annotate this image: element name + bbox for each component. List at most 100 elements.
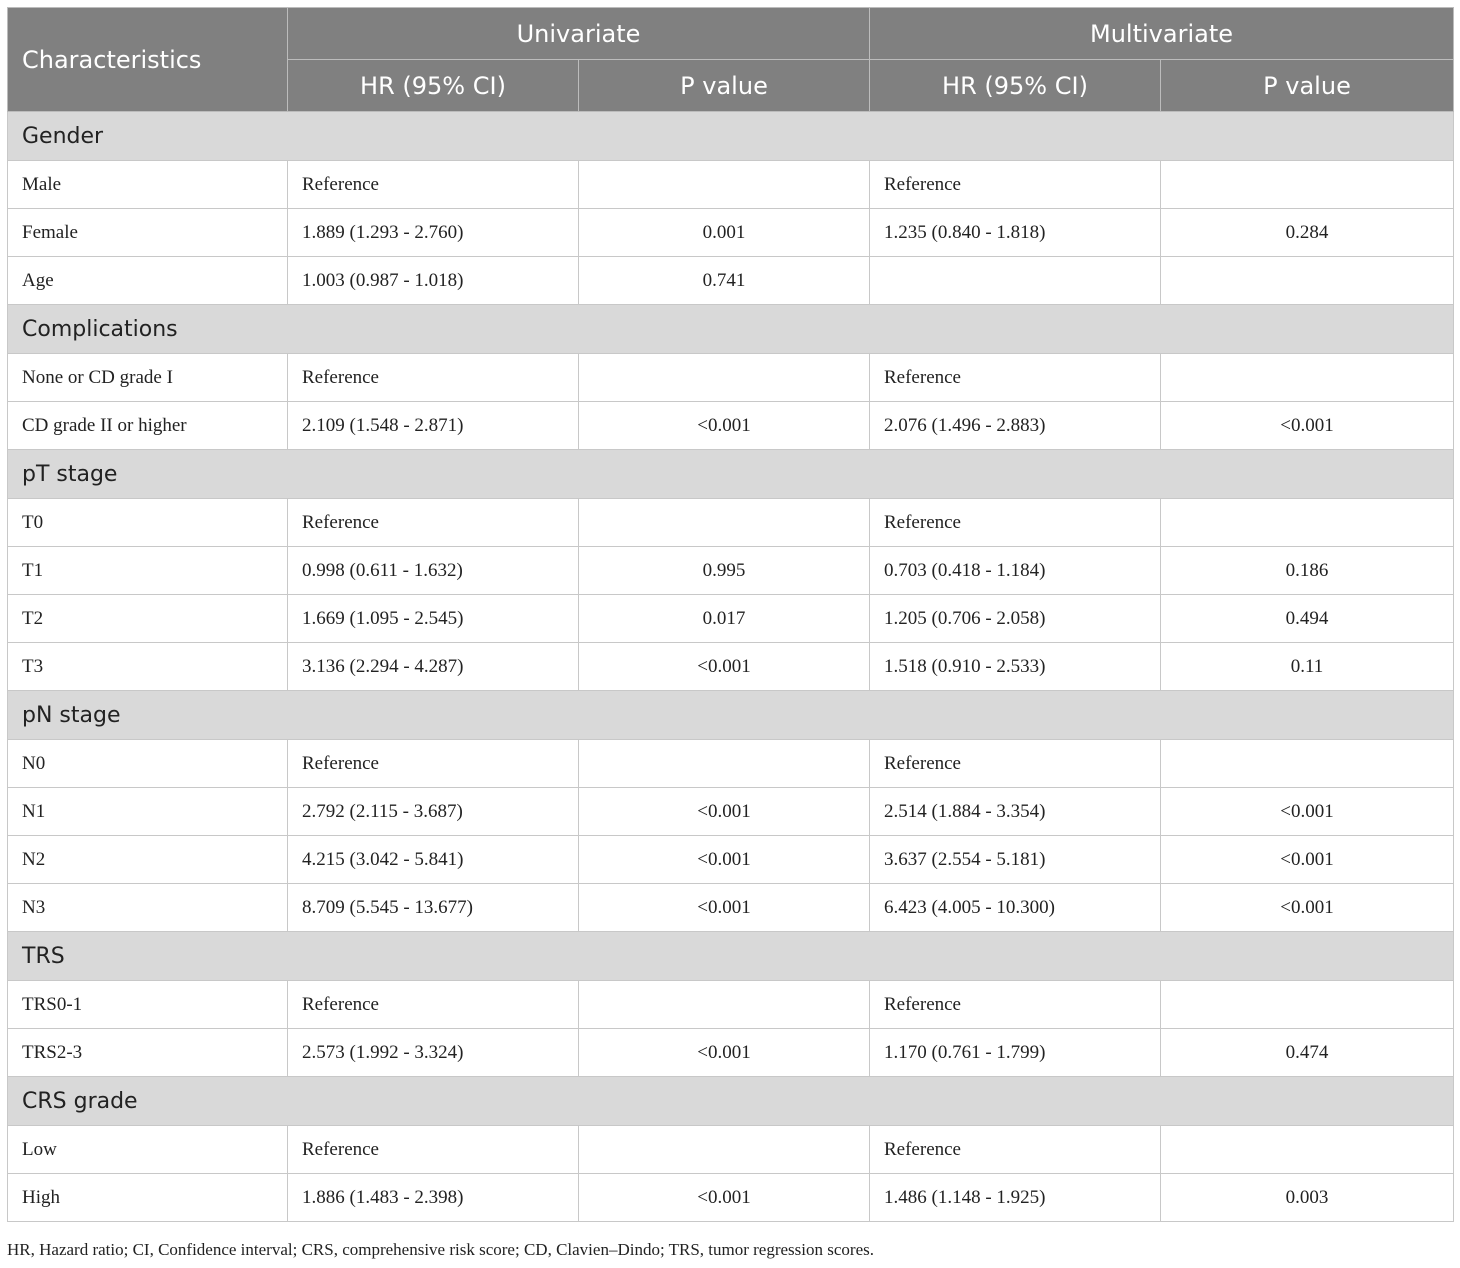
univariate-p [578,353,870,402]
multivariate-hr: 2.076 (1.496 - 2.883) [869,401,1161,450]
multivariate-p: 0.003 [1160,1173,1454,1222]
row-characteristic: High [7,1173,288,1222]
univariate-hr: 4.215 (3.042 - 5.841) [287,835,579,884]
section-row: Complications [7,304,1454,354]
multivariate-hr: 1.518 (0.910 - 2.533) [869,642,1161,691]
row-characteristic: None or CD grade I [7,353,288,402]
multivariate-p: 0.284 [1160,208,1454,257]
univariate-hr: 1.669 (1.095 - 2.545) [287,594,579,643]
univariate-hr: 1.003 (0.987 - 1.018) [287,256,579,305]
univariate-hr: Reference [287,1125,579,1174]
multivariate-hr: 0.703 (0.418 - 1.184) [869,546,1161,595]
univariate-p [578,739,870,788]
table-header: Characteristics Univariate Multivariate … [7,7,1454,112]
multivariate-hr: Reference [869,980,1161,1029]
multivariate-hr [869,256,1161,305]
multivariate-hr: Reference [869,160,1161,209]
univariate-p: 0.741 [578,256,870,305]
section-row: pN stage [7,690,1454,740]
table-row: Age 1.003 (0.987 - 1.018) 0.741 [7,256,1454,305]
univariate-p: <0.001 [578,401,870,450]
multivariate-p: 0.186 [1160,546,1454,595]
multivariate-p: 0.11 [1160,642,1454,691]
table-row: N3 8.709 (5.545 - 13.677) <0.001 6.423 (4.0… [7,883,1454,932]
multivariate-hr: 1.170 (0.761 - 1.799) [869,1028,1161,1077]
univariate-hr: 1.889 (1.293 - 2.760) [287,208,579,257]
univariate-hr: Reference [287,160,579,209]
univariate-hr: Reference [287,498,579,547]
multivariate-p [1160,256,1454,305]
table-row: T3 3.136 (2.294 - 4.287) <0.001 1.518 (0.91… [7,642,1454,691]
regression-table: Characteristics Univariate Multivariate … [7,7,1454,1222]
univariate-p: 0.001 [578,208,870,257]
multivariate-p [1160,160,1454,209]
univariate-p: 0.017 [578,594,870,643]
univariate-p: <0.001 [578,1173,870,1222]
row-characteristic: T2 [7,594,288,643]
univariate-p [578,1125,870,1174]
multivariate-hr: 6.423 (4.005 - 10.300) [869,883,1161,932]
multivariate-hr: 3.637 (2.554 - 5.181) [869,835,1161,884]
multivariate-p: <0.001 [1160,787,1454,836]
row-characteristic: CD grade II or higher [7,401,288,450]
univariate-hr: 8.709 (5.545 - 13.677) [287,883,579,932]
univariate-hr: Reference [287,980,579,1029]
multivariate-p: 0.494 [1160,594,1454,643]
header-characteristics: Characteristics [7,7,288,112]
row-characteristic: N3 [7,883,288,932]
table-row: High 1.886 (1.483 - 2.398) <0.001 1.486 (1.… [7,1173,1454,1222]
univariate-hr: Reference [287,739,579,788]
multivariate-p [1160,1125,1454,1174]
univariate-hr: 2.573 (1.992 - 3.324) [287,1028,579,1077]
univariate-p [578,980,870,1029]
univariate-p: <0.001 [578,1028,870,1077]
univariate-p: <0.001 [578,642,870,691]
multivariate-p [1160,353,1454,402]
header-multivariate-p: P value [1160,59,1454,112]
row-characteristic: N2 [7,835,288,884]
univariate-p: 0.995 [578,546,870,595]
univariate-hr: 2.109 (1.548 - 2.871) [287,401,579,450]
section-row: CRS grade [7,1076,1454,1126]
section-label: Complications [7,304,1454,354]
header-univariate-p: P value [578,59,870,112]
row-characteristic: T3 [7,642,288,691]
table-row: T2 1.669 (1.095 - 2.545) 0.017 1.205 (0.706… [7,594,1454,643]
section-label: CRS grade [7,1076,1454,1126]
section-row: TRS [7,931,1454,981]
univariate-p: <0.001 [578,883,870,932]
row-characteristic: T1 [7,546,288,595]
multivariate-p: <0.001 [1160,883,1454,932]
multivariate-hr: Reference [869,353,1161,402]
table-row: T0 Reference Reference [7,498,1454,547]
multivariate-hr: Reference [869,1125,1161,1174]
section-label: TRS [7,931,1454,981]
multivariate-p [1160,980,1454,1029]
table-row: Female 1.889 (1.293 - 2.760) 0.001 1.235 (0… [7,208,1454,257]
row-characteristic: T0 [7,498,288,547]
table-row: N1 2.792 (2.115 - 3.687) <0.001 2.514 (1.88… [7,787,1454,836]
multivariate-p: <0.001 [1160,401,1454,450]
row-characteristic: Male [7,160,288,209]
header-multivariate: Multivariate [869,7,1454,60]
table-row: CD grade II or higher 2.109 (1.548 - 2.87… [7,401,1454,450]
multivariate-p: 0.474 [1160,1028,1454,1077]
univariate-hr: 1.886 (1.483 - 2.398) [287,1173,579,1222]
table-row: Male Reference Reference [7,160,1454,209]
multivariate-hr: 1.486 (1.148 - 1.925) [869,1173,1161,1222]
table-row: TRS0-1 Reference Reference [7,980,1454,1029]
header-multivariate-hr: HR (95% CI) [869,59,1161,112]
table-row: T1 0.998 (0.611 - 1.632) 0.995 0.703 (0.418… [7,546,1454,595]
univariate-hr: 2.792 (2.115 - 3.687) [287,787,579,836]
section-row: Gender [7,111,1454,161]
row-characteristic: Age [7,256,288,305]
univariate-p: <0.001 [578,835,870,884]
univariate-hr: Reference [287,353,579,402]
header-row-top: Characteristics Univariate Multivariate [7,7,1454,112]
univariate-p [578,498,870,547]
univariate-hr: 0.998 (0.611 - 1.632) [287,546,579,595]
multivariate-hr: 1.205 (0.706 - 2.058) [869,594,1161,643]
univariate-p: <0.001 [578,787,870,836]
univariate-hr: 3.136 (2.294 - 4.287) [287,642,579,691]
row-characteristic: N0 [7,739,288,788]
